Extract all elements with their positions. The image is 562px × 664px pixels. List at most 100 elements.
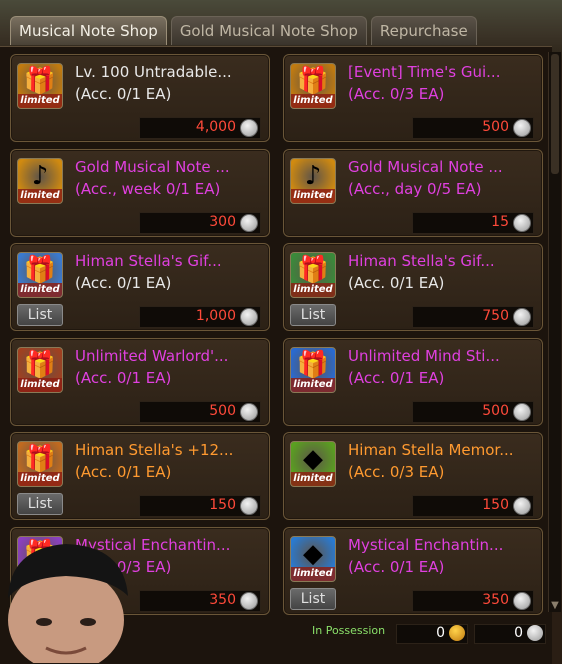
limited-badge: limited [291, 283, 335, 297]
gold-chest-icon[interactable]: 🎁 limited [290, 63, 336, 109]
price-box: 4,000 [139, 117, 261, 139]
item-price: 150 [482, 497, 509, 513]
price-box: 150 [139, 495, 261, 517]
musical-note-balance: 0 [396, 624, 468, 644]
item-name: Himan Stella's Gif... [348, 252, 495, 270]
item-price: 500 [482, 119, 509, 135]
shop-item[interactable]: ◆ limited Himan Stella Memor... (Acc. 0/3 E… [283, 432, 543, 520]
green-crystal-icon[interactable]: ◆ limited [290, 441, 336, 487]
item-icon-glyph: ◆ [303, 444, 323, 474]
shop-tabs: Musical Note Shop Gold Musical Note Shop… [10, 16, 477, 46]
item-purchase-limit: (Acc. 0/1 EA) [75, 274, 172, 292]
item-icon-glyph: 🎁 [23, 255, 57, 285]
item-icon-glyph: ♪ [31, 161, 49, 191]
item-icon-glyph: 🎁 [23, 350, 57, 380]
warlord-box-icon[interactable]: 🎁 limited [17, 347, 63, 393]
item-purchase-limit: (Acc. 0/1 EA) [75, 369, 172, 387]
silver-coin-icon [240, 119, 258, 137]
shop-item[interactable]: 🎁 limited Lv. 100 Untradable... (Acc. 0/1 E… [10, 54, 270, 142]
gold-note-count: 0 [514, 625, 523, 641]
item-name: Unlimited Warlord'... [75, 347, 229, 365]
shop-item[interactable]: 🎁 limited [Event] Time's Gui... (Acc. 0/3 E… [283, 54, 543, 142]
item-purchase-limit: (Acc. 0/1 EA) [348, 274, 445, 292]
shop-item[interactable]: 🎁 limited Himan Stella's Gif... (Acc. 0/1 E… [10, 243, 270, 331]
in-possession-label: In Possession [312, 624, 386, 637]
scrollbar[interactable]: ▼ [548, 52, 561, 612]
silver-coin-icon [513, 592, 531, 610]
item-purchase-limit: (Acc. 0/1 EA) [348, 558, 445, 576]
tab-musical-note-shop[interactable]: Musical Note Shop [10, 16, 167, 45]
item-icon-glyph: ♪ [304, 161, 322, 191]
shop-item[interactable]: 🎁 limited Unlimited Mind Sti... (Acc. 0/1 E… [283, 338, 543, 426]
shop-item[interactable]: 🎁 limited Unlimited Warlord'... (Acc. 0/1 E… [10, 338, 270, 426]
mind-box-icon[interactable]: 🎁 limited [290, 347, 336, 393]
shop-item[interactable]: 🎁 limited Himan Stella's Gif... (Acc. 0/1 E… [283, 243, 543, 331]
item-icon-glyph: 🎁 [296, 66, 330, 96]
gold-note-coin-icon[interactable]: ♪ limited [290, 158, 336, 204]
list-button[interactable]: List [290, 588, 336, 610]
item-price: 4,000 [195, 119, 236, 135]
item-price: 750 [482, 308, 509, 324]
price-box: 350 [139, 590, 261, 612]
item-price: 150 [209, 497, 236, 513]
item-purchase-limit: (Acc. 0/1 EA) [75, 85, 172, 103]
silver-coin-icon [240, 308, 258, 326]
silver-coin-icon [240, 403, 258, 421]
shop-item[interactable]: ♪ limited Gold Musical Note ... (Acc., week… [10, 149, 270, 237]
price-box: 500 [139, 401, 261, 423]
silver-coin-icon [240, 497, 258, 515]
item-name: Himan Stella's +12... [75, 441, 234, 459]
limited-badge: limited [18, 472, 62, 486]
price-box: 500 [412, 401, 534, 423]
gold-note-coin-icon[interactable]: ♪ limited [17, 158, 63, 204]
tab-repurchase[interactable]: Repurchase [370, 16, 477, 45]
enhance-box-icon[interactable]: 🎁 limited [17, 441, 63, 487]
limited-badge: limited [18, 94, 62, 108]
item-name: Himan Stella Memor... [348, 441, 514, 459]
item-price: 350 [209, 592, 236, 608]
item-purchase-limit: (Acc. 0/3 EA) [348, 85, 445, 103]
silver-coin-icon [513, 308, 531, 326]
tab-gold-musical-note-shop[interactable]: Gold Musical Note Shop [170, 16, 367, 45]
item-name: Gold Musical Note ... [348, 158, 503, 176]
price-box: 300 [139, 212, 261, 234]
item-name: [Event] Time's Gui... [348, 63, 501, 81]
gold-coin-icon [449, 625, 465, 641]
list-button[interactable]: List [17, 493, 63, 515]
scroll-down-arrow[interactable]: ▼ [550, 600, 560, 612]
item-purchase-limit: (Acc. 0/1 EA) [348, 369, 445, 387]
silver-coin-icon [513, 403, 531, 421]
list-button[interactable]: List [290, 304, 336, 326]
red-gift-icon[interactable]: 🎁 limited [290, 252, 336, 298]
shop-item[interactable]: 🎁 limited Himan Stella's +12... (Acc. 0/1 E… [10, 432, 270, 520]
item-price: 15 [491, 214, 509, 230]
limited-badge: limited [291, 567, 335, 581]
price-box: 1,000 [139, 306, 261, 328]
blue-crystal-box-icon[interactable]: ◆ limited [290, 536, 336, 582]
silver-coin-icon [513, 214, 531, 232]
limited-badge: limited [291, 472, 335, 486]
scrollbar-thumb[interactable] [551, 54, 559, 174]
shop-item[interactable]: ◆ limited Mystical Enchantin... (Acc. 0/1 E… [283, 527, 543, 615]
item-icon-glyph: ◆ [303, 539, 323, 569]
item-purchase-limit: (Acc., day 0/5 EA) [348, 180, 482, 198]
item-icon-glyph: 🎁 [23, 66, 57, 96]
silver-coin-icon [513, 119, 531, 137]
item-price: 1,000 [195, 308, 236, 324]
silver-coin-icon [527, 625, 543, 641]
item-name: Unlimited Mind Sti... [348, 347, 500, 365]
item-name: Himan Stella's Gif... [75, 252, 222, 270]
item-purchase-limit: (Acc. 0/3 EA) [348, 463, 445, 481]
limited-badge: limited [291, 189, 335, 203]
musical-note-count: 0 [436, 625, 445, 641]
list-button[interactable]: List [17, 304, 63, 326]
gold-box-icon[interactable]: 🎁 limited [17, 63, 63, 109]
shop-item[interactable]: ♪ limited Gold Musical Note ... (Acc., day … [283, 149, 543, 237]
limited-badge: limited [291, 378, 335, 392]
item-price: 350 [482, 592, 509, 608]
blue-gift-icon[interactable]: 🎁 limited [17, 252, 63, 298]
item-purchase-limit: (Acc. 0/1 EA) [75, 463, 172, 481]
price-box: 750 [412, 306, 534, 328]
price-box: 500 [412, 117, 534, 139]
item-icon-glyph: 🎁 [23, 444, 57, 474]
